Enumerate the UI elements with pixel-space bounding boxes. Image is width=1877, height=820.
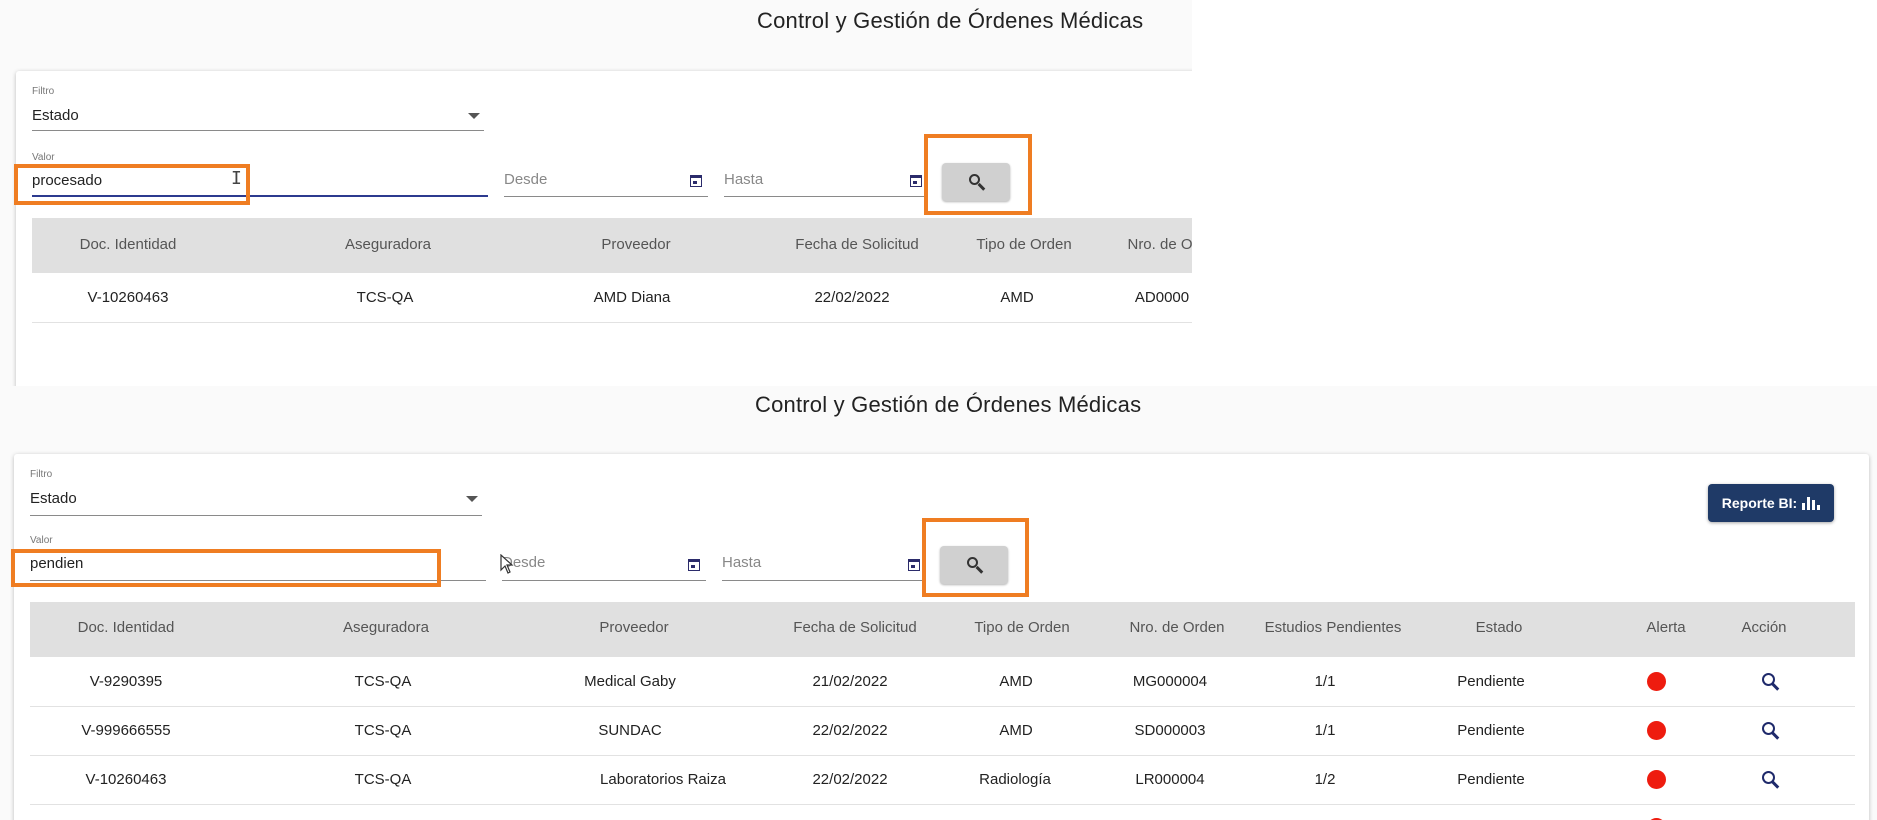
alert-dot-icon	[1647, 770, 1666, 789]
page-title: Control y Gestión de Órdenes Médicas	[755, 392, 1142, 417]
column-header: Proveedor	[599, 619, 669, 636]
table-cell: Medical Gaby	[584, 673, 676, 690]
filter-label: Filtro	[32, 86, 55, 97]
desde-input[interactable]: Desde	[504, 171, 547, 188]
column-header: Fecha de Solicitud	[793, 619, 917, 636]
calendar-icon[interactable]	[910, 175, 922, 187]
alert-dot-icon	[1647, 672, 1666, 691]
table-cell: SUNDAC	[598, 722, 662, 739]
row-divider	[32, 322, 1192, 323]
column-header: Proveedor	[601, 236, 671, 253]
calendar-icon[interactable]	[690, 175, 702, 187]
column-header: Doc. Identidad	[79, 236, 177, 253]
filter-underline	[30, 515, 482, 516]
report-bi-label: Reporte BI:	[1721, 495, 1798, 511]
chevron-down-icon[interactable]	[466, 496, 478, 502]
highlight-box-search	[924, 134, 1032, 215]
table-cell: V-999666555	[81, 722, 171, 739]
column-header: Nro. de Orden	[1129, 619, 1225, 636]
mouse-pointer-icon	[500, 554, 514, 574]
column-header: Tipo de Orden	[974, 619, 1070, 636]
hasta-underline	[724, 196, 928, 197]
page-title: Control y Gestión de Órdenes Médicas	[757, 8, 1144, 33]
filter-select[interactable]: Estado	[32, 107, 79, 124]
column-header: Estado	[1475, 619, 1523, 636]
chevron-down-icon[interactable]	[468, 113, 480, 119]
row-divider	[30, 804, 1855, 805]
table-cell: 1/1	[1314, 673, 1336, 690]
column-header: Acción	[1741, 619, 1787, 636]
table-cell: 22/02/2022	[812, 771, 888, 788]
table-cell: 21/02/2022	[812, 673, 888, 690]
column-header: Nro. de O	[1127, 236, 1192, 253]
row-divider	[30, 706, 1855, 707]
table-cell: Radiología	[979, 771, 1051, 788]
view-detail-search-icon[interactable]	[1762, 673, 1775, 686]
report-bi-button[interactable]: Reporte BI:	[1708, 484, 1834, 522]
table-cell: TCS-QA	[354, 673, 412, 690]
calendar-icon[interactable]	[908, 559, 920, 571]
table-cell: 1/2	[1314, 771, 1336, 788]
table-cell: Pendiente	[1457, 673, 1525, 690]
value-label: Valor	[30, 535, 53, 546]
table-cell: TCS-QA	[354, 722, 412, 739]
highlight-box-search	[922, 518, 1029, 597]
table-cell: 22/02/2022	[812, 722, 888, 739]
column-header: Alerta	[1646, 619, 1686, 636]
table-cell: V-10260463	[87, 289, 169, 306]
table-cell: 1/1	[1314, 722, 1336, 739]
value-label: Valor	[32, 152, 55, 163]
column-header: Fecha de Solicitud	[795, 236, 919, 253]
table-cell: MG000004	[1132, 673, 1208, 690]
table-cell: AMD Diana	[593, 289, 671, 306]
alert-dot-icon	[1647, 721, 1666, 740]
view-detail-search-icon[interactable]	[1762, 771, 1775, 784]
desde-underline	[504, 196, 708, 197]
table-cell: TCS-QA	[356, 289, 414, 306]
hasta-input[interactable]: Hasta	[722, 554, 761, 571]
filter-underline	[32, 130, 484, 131]
view-detail-search-icon[interactable]	[1762, 722, 1775, 735]
table-cell: AMD	[999, 673, 1033, 690]
table-cell: TCS-QA	[354, 771, 412, 788]
table-cell: Pendiente	[1457, 722, 1525, 739]
table-cell: Laboratorios Raiza	[600, 771, 726, 788]
calendar-icon[interactable]	[688, 559, 700, 571]
table-cell: SD000003	[1134, 722, 1206, 739]
table-cell: AMD	[999, 722, 1033, 739]
hasta-underline	[722, 580, 926, 581]
row-divider	[30, 755, 1855, 756]
column-header: Aseguradora	[345, 236, 431, 253]
column-header: Doc. Identidad	[77, 619, 175, 636]
filter-select[interactable]: Estado	[30, 490, 77, 507]
column-header: Tipo de Orden	[976, 236, 1072, 253]
table-cell: V-9290395	[89, 673, 163, 690]
table-cell: Pendiente	[1457, 771, 1525, 788]
highlight-box-value	[14, 164, 250, 205]
table-cell: AMD	[1000, 289, 1034, 306]
table-header	[30, 602, 1855, 657]
table-cell: AD0000	[1134, 289, 1190, 306]
column-header: Aseguradora	[343, 619, 429, 636]
bottom-screenshot-panel: Control y Gestión de Órdenes Médicas Fil…	[0, 386, 1877, 820]
hasta-input[interactable]: Hasta	[724, 171, 763, 188]
top-screenshot-panel: Control y Gestión de Órdenes Médicas Fil…	[0, 0, 1192, 386]
desde-underline	[502, 580, 706, 581]
bar-chart-icon	[1802, 496, 1821, 510]
column-header: Estudios Pendientes	[1264, 619, 1402, 636]
table-cell: LR000004	[1135, 771, 1205, 788]
table-cell: V-10260463	[85, 771, 167, 788]
table-cell: 22/02/2022	[814, 289, 890, 306]
highlight-box-value	[11, 549, 441, 587]
filter-label: Filtro	[30, 469, 53, 480]
